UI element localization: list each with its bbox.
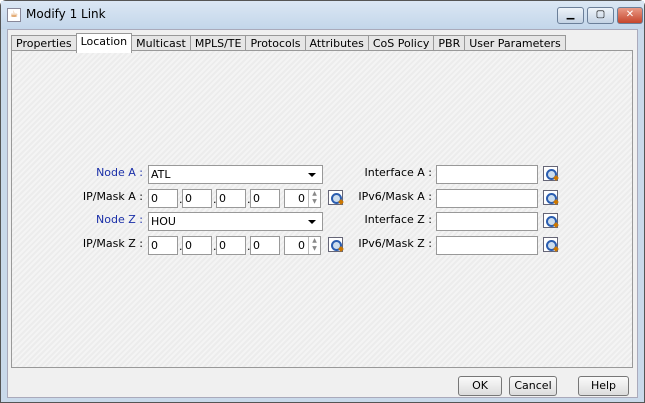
ipv6-mask-z-label: IPv6/Mask Z : [358, 237, 432, 250]
lookup-ipv6-a-icon[interactable] [543, 190, 558, 205]
dialog-body: Properties Location Multicast MPLS/TE Pr… [7, 29, 638, 398]
ip-z-octet-2[interactable]: 0 [182, 236, 212, 255]
ip-z-octet-3[interactable]: 0 [216, 236, 246, 255]
interface-a-input[interactable] [436, 165, 538, 184]
interface-a-label: Interface A : [364, 166, 432, 179]
node-a-value: ATL [151, 168, 171, 181]
java-app-icon: ☕ [7, 8, 21, 22]
chevron-down-icon [308, 173, 316, 177]
lookup-interface-a-icon[interactable] [543, 166, 558, 181]
ip-a-octet-3[interactable]: 0 [216, 189, 246, 208]
node-z-dropdown[interactable]: HOU [148, 212, 323, 231]
mask-z-value: 0 [298, 239, 305, 252]
window-title: Modify 1 Link [26, 7, 106, 21]
spinner-arrows-icon[interactable]: ▲ ▼ [308, 190, 320, 207]
node-z-label: Node Z : [96, 213, 143, 226]
ip-z-octet-4[interactable]: 0 [250, 236, 280, 255]
close-button[interactable]: ✕ [617, 7, 643, 24]
ip-a-octet-4[interactable]: 0 [250, 189, 280, 208]
ip-mask-a-label: IP/Mask A : [82, 190, 143, 203]
node-a-dropdown[interactable]: ATL [148, 165, 323, 184]
interface-z-label: Interface Z : [364, 213, 432, 226]
ip-a-octet-2[interactable]: 0 [182, 189, 212, 208]
ip-mask-z-label: IP/Mask Z : [82, 237, 143, 250]
chevron-down-icon [308, 220, 316, 224]
ip-a-octet-1[interactable]: 0 [148, 189, 178, 208]
cancel-button[interactable]: Cancel [509, 376, 557, 396]
node-a-label: Node A : [96, 166, 143, 179]
tab-location[interactable]: Location [75, 33, 133, 53]
mask-z-spinner[interactable]: 0 ▲ ▼ [284, 236, 321, 255]
title-bar[interactable]: ☕ Modify 1 Link ▁ ▢ ✕ [1, 1, 644, 29]
modify-link-dialog: ☕ Modify 1 Link ▁ ▢ ✕ Properties Locatio… [0, 0, 645, 403]
interface-z-input[interactable] [436, 212, 538, 231]
spinner-arrows-icon[interactable]: ▲ ▼ [308, 237, 320, 254]
ipv6-mask-a-input[interactable] [436, 189, 538, 208]
ok-button[interactable]: OK [458, 376, 502, 396]
maximize-button[interactable]: ▢ [587, 7, 614, 24]
mask-a-spinner[interactable]: 0 ▲ ▼ [284, 189, 321, 208]
help-button[interactable]: Help [578, 376, 629, 396]
lookup-ipv6-z-icon[interactable] [543, 237, 558, 252]
location-panel: Node A : ATL IP/Mask A : 0 . 0 . 0 . 0 /… [11, 50, 633, 368]
tab-bar: Properties Location Multicast MPLS/TE Pr… [11, 33, 566, 53]
mask-a-value: 0 [298, 192, 305, 205]
minimize-button[interactable]: ▁ [557, 7, 584, 24]
ipv6-mask-z-input[interactable] [436, 236, 538, 255]
ipv6-mask-a-label: IPv6/Mask A : [358, 190, 432, 203]
ip-z-octet-1[interactable]: 0 [148, 236, 178, 255]
lookup-interface-z-icon[interactable] [543, 213, 558, 228]
node-z-value: HOU [151, 215, 176, 228]
